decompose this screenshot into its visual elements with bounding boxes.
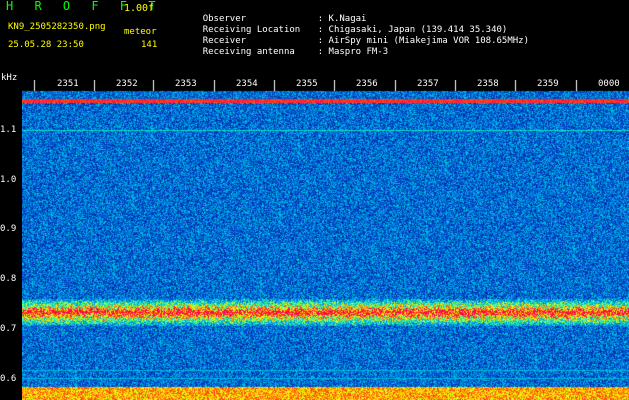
- spectrogram-panel[interactable]: 2351 2352 2353 2354 2355 2356 2357 2358 …: [0, 79, 629, 400]
- time-label: 2351: [57, 79, 79, 89]
- time-label: 2355: [296, 79, 318, 89]
- time-label: 2352: [116, 79, 138, 89]
- time-label: 2358: [477, 79, 499, 89]
- app-version: 1.00f: [124, 3, 155, 14]
- frequency-tick: 1.1: [0, 125, 17, 135]
- time-label: 2354: [236, 79, 258, 89]
- time-label: 2359: [537, 79, 559, 89]
- capture-datetime: 25.05.28 23:50: [8, 40, 84, 50]
- spectrogram-canvas[interactable]: [22, 80, 629, 400]
- frequency-tick: 0.6: [0, 374, 17, 384]
- meta-key: Receiving antenna: [202, 47, 295, 57]
- meta-row-antenna: Receiving antenna : Maspro FM-3: [181, 37, 388, 67]
- time-label: 2356: [356, 79, 378, 89]
- frequency-unit-label: kHz: [1, 73, 18, 83]
- frequency-tick: 1.0: [0, 175, 17, 185]
- event-count: 141: [141, 40, 158, 50]
- time-label: 2353: [175, 79, 197, 89]
- header-panel: H R O F F T 1.00f KN9_2505282350.png met…: [0, 0, 629, 83]
- time-label: 0000: [598, 79, 620, 89]
- mode-label: meteor: [124, 27, 157, 37]
- time-label: 2357: [417, 79, 439, 89]
- frequency-tick: 0.7: [0, 324, 17, 334]
- file-name: KN9_2505282350.png: [8, 22, 106, 32]
- meta-value: : Maspro FM-3: [317, 47, 389, 57]
- frequency-tick: 0.8: [0, 274, 17, 284]
- frequency-tick: 0.9: [0, 224, 17, 234]
